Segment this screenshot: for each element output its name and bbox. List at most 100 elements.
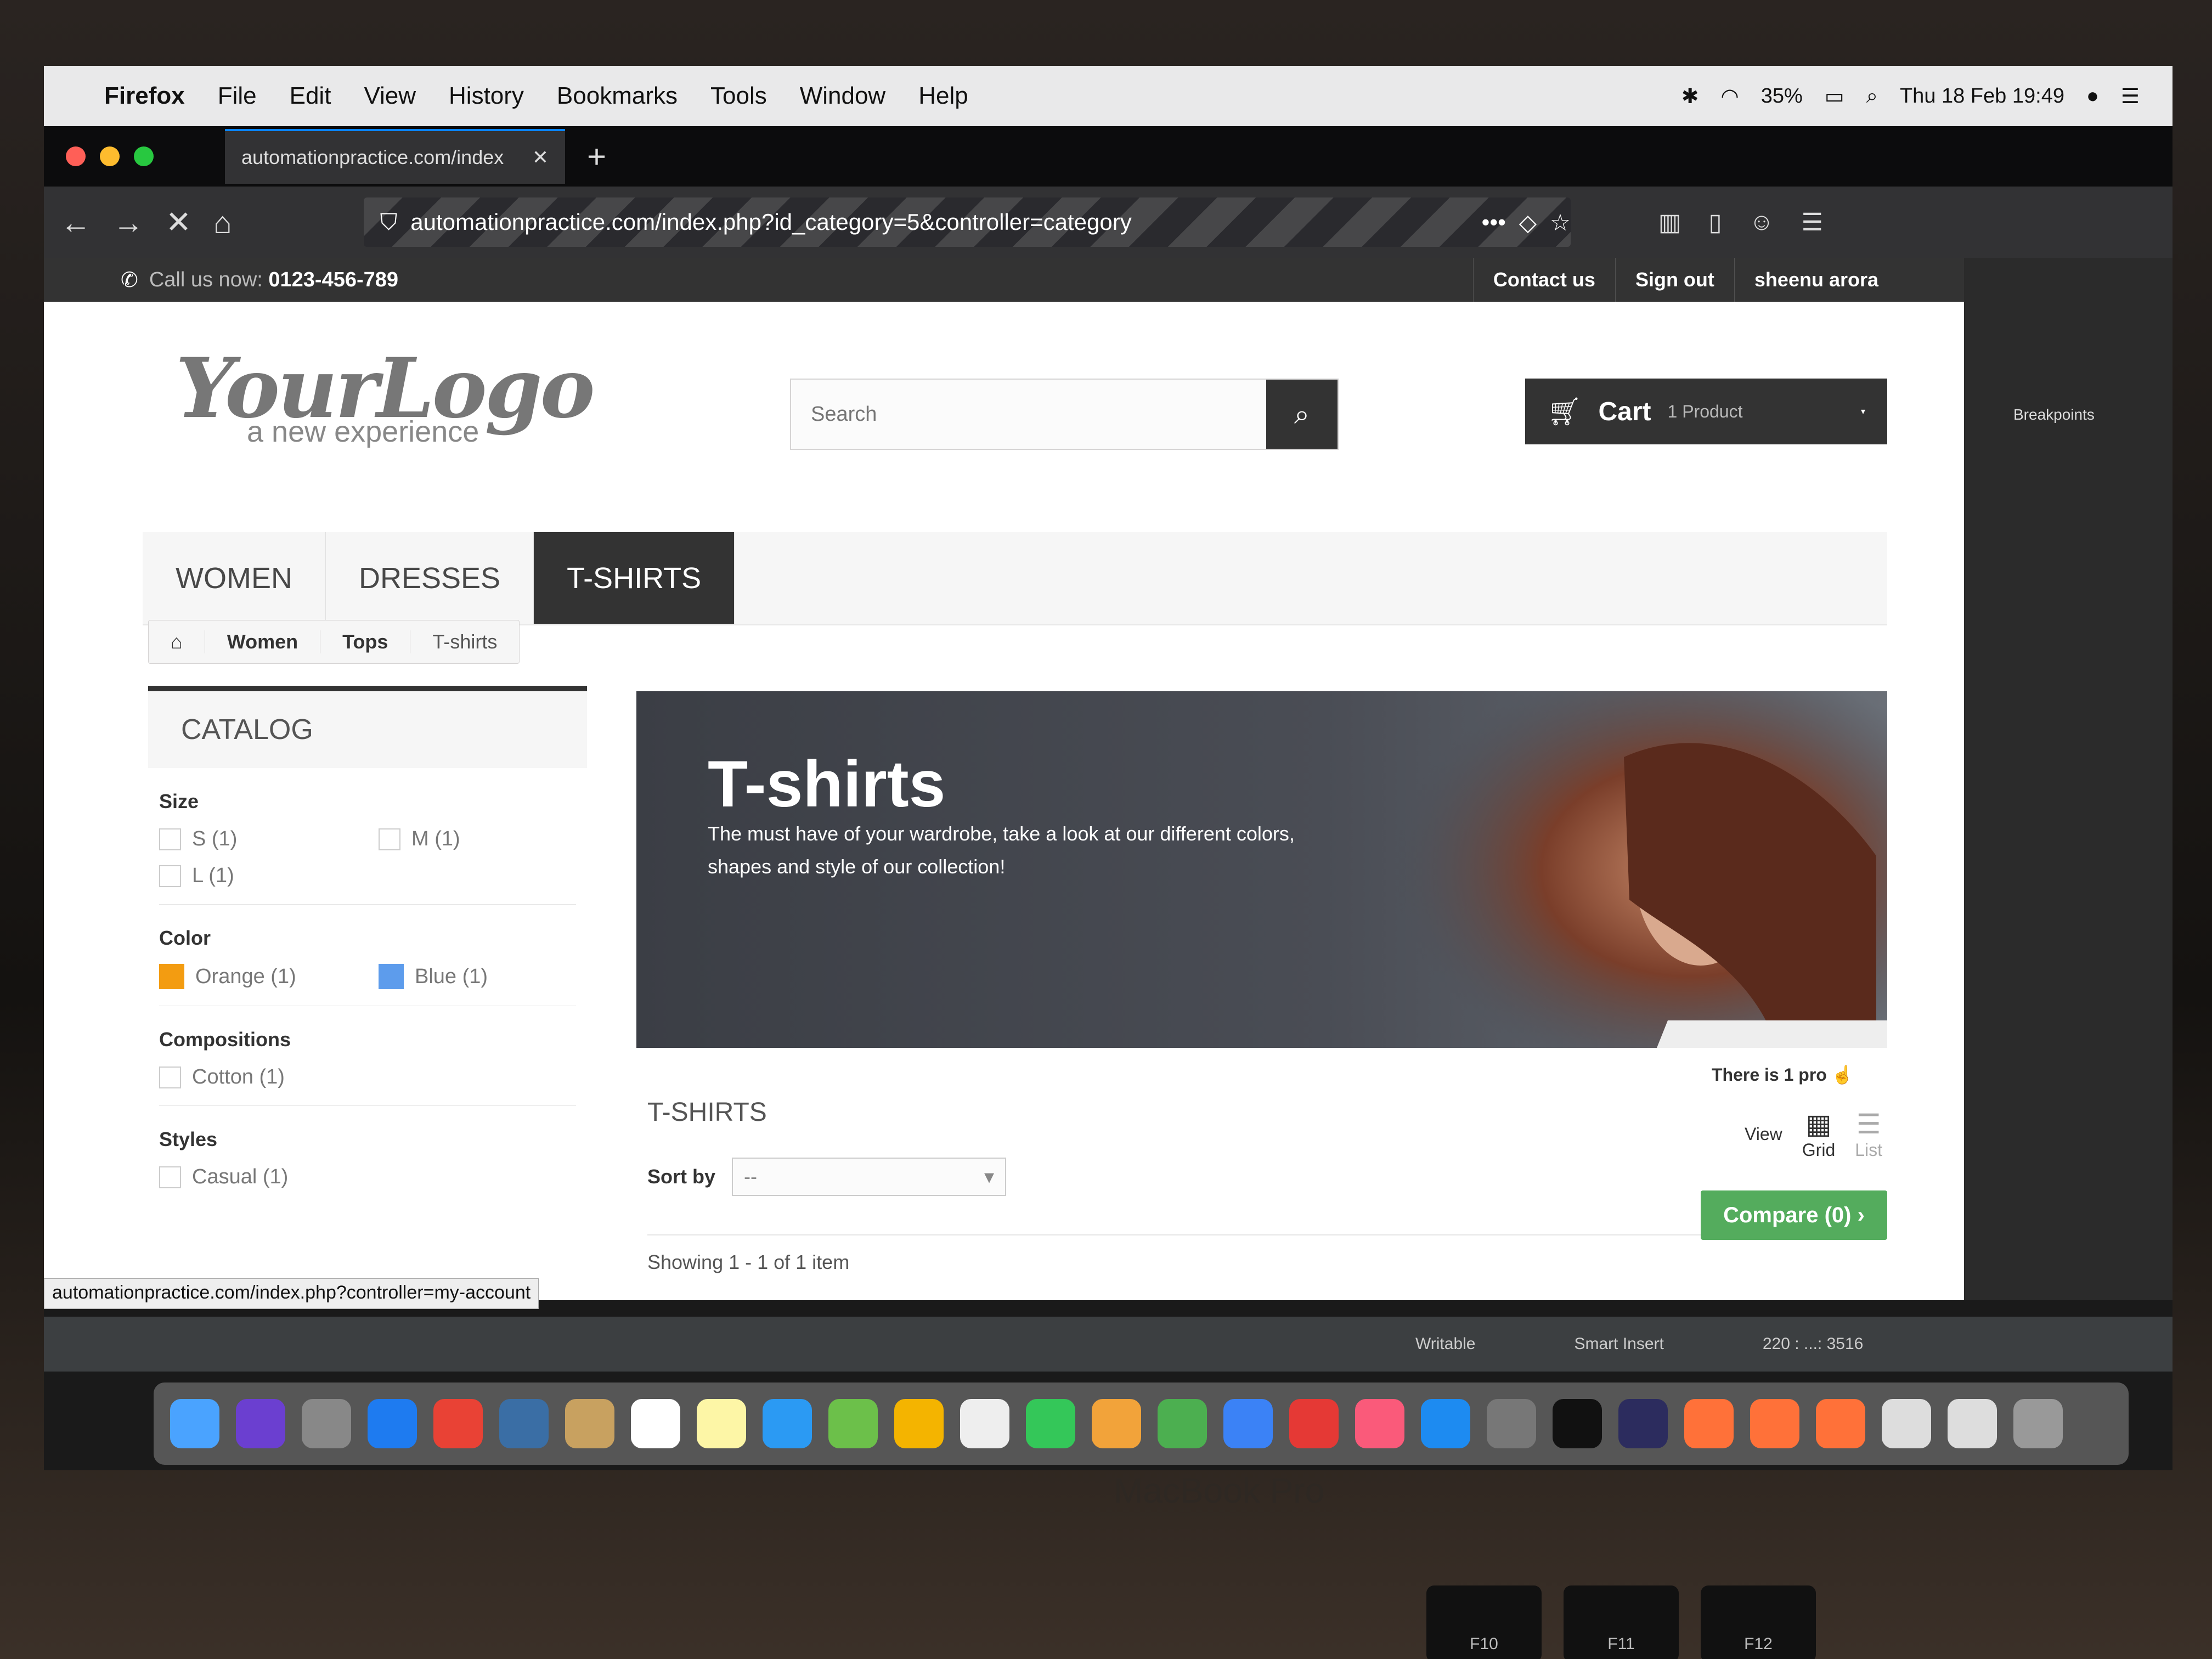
size-l-option[interactable]: L (1) [159,864,302,888]
new-tab-button[interactable]: + [587,138,606,176]
list-view-button[interactable]: ☰ List [1855,1108,1882,1160]
forward-icon[interactable]: → [113,205,144,240]
menu-edit[interactable]: Edit [290,82,331,110]
cotton-checkbox[interactable] [159,1066,181,1088]
menu-app-name[interactable]: Firefox [104,82,185,110]
size-m-checkbox[interactable] [379,828,400,850]
blue-swatch[interactable] [379,964,404,989]
menu-file[interactable]: File [218,82,257,110]
sign-out-link[interactable]: Sign out [1615,258,1734,302]
library-icon[interactable]: ▥ [1658,208,1681,236]
terminal-icon[interactable] [1553,1399,1602,1448]
size-s-checkbox[interactable] [159,828,181,850]
firefox-icon[interactable] [1750,1399,1799,1448]
size-s-option[interactable]: S (1) [159,827,302,851]
notes-icon[interactable] [697,1399,746,1448]
preview-icon[interactable] [499,1399,549,1448]
spotlight-icon[interactable]: ⌕ [1866,84,1878,108]
battery-icon[interactable]: ▭ [1825,84,1844,109]
size-m-option[interactable]: M (1) [379,827,521,851]
page-actions-icon[interactable]: ••• [1482,209,1506,235]
browser-tab[interactable]: automationpractice.com/index ✕ [225,129,565,184]
home-icon[interactable]: ⌂ [213,205,232,240]
bookmark-star-icon[interactable]: ☆ [1550,209,1571,236]
menu-women[interactable]: WOMEN [143,532,326,624]
casual-option[interactable]: Casual (1) [159,1165,302,1189]
casual-checkbox[interactable] [159,1166,181,1188]
menu-help[interactable]: Help [918,82,968,110]
siri-icon[interactable]: ● [2086,84,2099,108]
breadcrumb-women[interactable]: Women [205,630,321,653]
site-logo[interactable]: YourLogo a new experience [176,340,595,449]
system-preferences-icon[interactable] [1487,1399,1536,1448]
news-icon[interactable] [1289,1399,1339,1448]
color-orange-option[interactable]: Orange (1) [159,964,302,989]
cart-button[interactable]: 🛒︎ Cart 1 Product ▾ [1525,379,1887,444]
document-icon[interactable] [1882,1399,1931,1448]
eclipse-icon[interactable] [1618,1399,1668,1448]
contact-us-link[interactable]: Contact us [1472,258,1615,302]
breakpoints-tab[interactable]: Breakpoints [2013,406,2095,424]
account-name-link[interactable]: sheenu arora [1734,258,1898,302]
notification-center-icon[interactable]: ☰ [2121,84,2140,109]
shield-icon[interactable]: ⛉ [380,209,398,236]
orange-swatch[interactable] [159,964,184,989]
account-icon[interactable]: ☺ [1750,208,1774,236]
safari-icon[interactable] [368,1399,417,1448]
messages-icon[interactable] [763,1399,812,1448]
bluetooth-icon[interactable]: ✱ [1681,84,1699,109]
f10-key[interactable]: F10 [1426,1585,1542,1659]
calendar-icon[interactable] [631,1399,680,1448]
trash-icon[interactable] [2013,1399,2063,1448]
search-button[interactable]: ⌕ [1266,380,1338,449]
battery-percent[interactable]: 35% [1761,84,1803,108]
photos-icon[interactable] [894,1399,944,1448]
menu-window[interactable]: Window [800,82,886,110]
maps-icon[interactable] [828,1399,878,1448]
app-store-icon[interactable] [1421,1399,1470,1448]
reminders-icon[interactable] [960,1399,1009,1448]
f11-key[interactable]: F11 [1564,1585,1679,1659]
stop-icon[interactable]: ✕ [166,204,191,240]
launchpad-icon[interactable] [302,1399,351,1448]
home-icon[interactable]: ⌂ [149,630,205,653]
pages-icon[interactable] [1092,1399,1141,1448]
chrome-icon[interactable] [433,1399,483,1448]
size-l-checkbox[interactable] [159,865,181,887]
color-blue-option[interactable]: Blue (1) [379,964,521,989]
sort-select[interactable]: -- ▾ [732,1158,1007,1196]
siri-icon[interactable] [236,1399,285,1448]
finder-icon[interactable] [170,1399,219,1448]
menu-view[interactable]: View [364,82,416,110]
menu-dresses[interactable]: DRESSES [326,532,534,624]
compare-button[interactable]: Compare (0) › [1701,1190,1887,1240]
menu-history[interactable]: History [449,82,524,110]
hamburger-menu-icon[interactable]: ☰ [1801,208,1822,236]
numbers-icon[interactable] [1158,1399,1207,1448]
menu-bookmarks[interactable]: Bookmarks [557,82,678,110]
facetime-icon[interactable] [1026,1399,1075,1448]
menu-tools[interactable]: Tools [710,82,767,110]
breadcrumb-tops[interactable]: Tops [320,630,411,653]
f12-key[interactable]: F12 [1701,1585,1816,1659]
zoom-window-button[interactable] [134,146,154,166]
close-window-button[interactable] [66,146,86,166]
wifi-icon[interactable]: ◠ [1721,84,1739,109]
music-icon[interactable] [1355,1399,1404,1448]
sidebar-icon[interactable]: ▯ [1708,208,1722,236]
keynote-icon[interactable] [1223,1399,1273,1448]
url-bar[interactable]: ⛉ automationpractice.com/index.php?id_ca… [363,198,1571,247]
clock[interactable]: Thu 18 Feb 19:49 [1900,84,2064,108]
grid-view-button[interactable]: ▦ Grid [1802,1108,1835,1160]
contacts-icon[interactable] [565,1399,614,1448]
back-icon[interactable]: ← [60,205,91,240]
minimize-window-button[interactable] [100,146,120,166]
window-thumbnail-icon[interactable] [1948,1399,1997,1448]
cotton-option[interactable]: Cotton (1) [159,1065,302,1089]
firefox-icon[interactable] [1684,1399,1734,1448]
pocket-icon[interactable]: ◇ [1519,209,1537,236]
firefox-icon[interactable] [1816,1399,1865,1448]
menu-tshirts[interactable]: T-SHIRTS [534,532,735,624]
search-input[interactable] [791,380,1266,449]
close-tab-icon[interactable]: ✕ [532,146,549,169]
